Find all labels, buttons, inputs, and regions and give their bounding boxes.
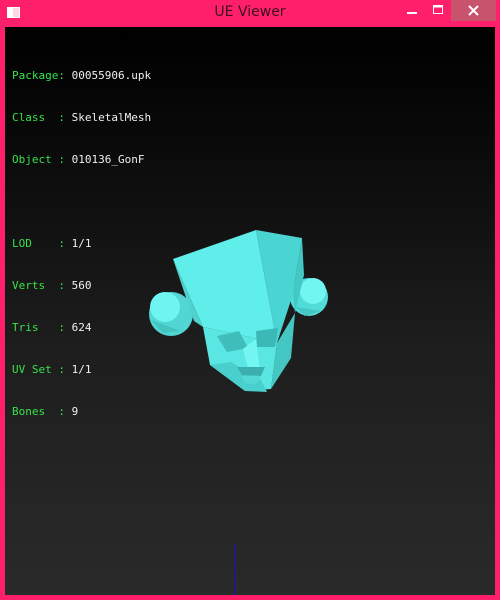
maximize-icon [433,5,443,14]
close-icon [468,5,479,16]
3d-viewport[interactable]: Package: 00055906.upk Class : SkeletalMe… [5,27,495,595]
maximize-button[interactable] [425,0,451,21]
left-bun [149,292,193,336]
z-axis-line [234,544,235,595]
close-button[interactable] [451,0,496,21]
title-bar[interactable]: UE Viewer [0,0,500,27]
app-window: UE Viewer Package: 00055906.upk Class : … [0,0,500,600]
minimize-button[interactable] [399,0,425,21]
minimize-icon [407,12,417,14]
head-mesh [173,230,304,392]
skeletal-mesh-render[interactable] [5,27,495,595]
